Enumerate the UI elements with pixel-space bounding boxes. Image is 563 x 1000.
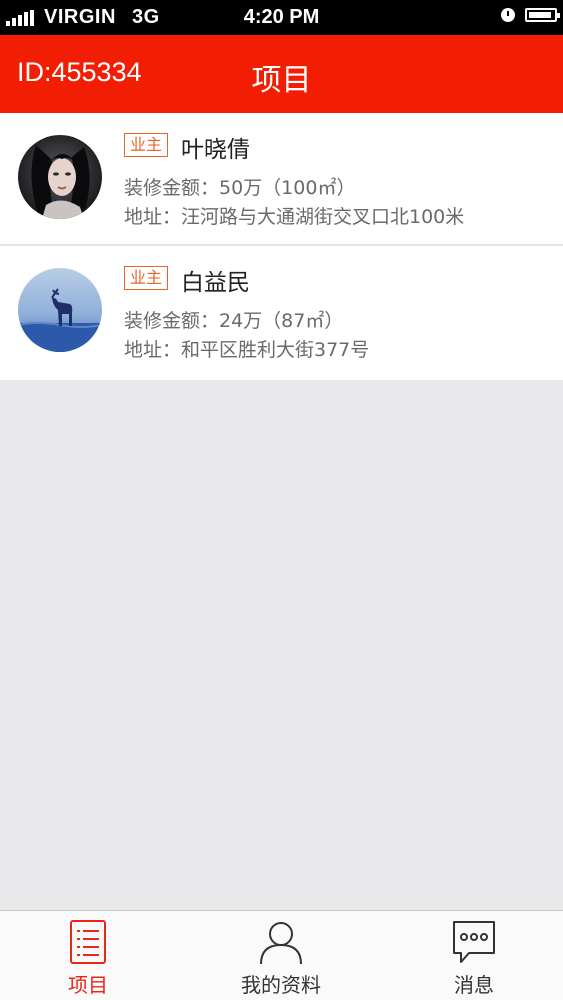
client-name: 白益民	[181, 270, 250, 296]
owner-tag: 业主	[124, 266, 169, 290]
tab-my-profile[interactable]: 我的资料	[211, 911, 351, 1000]
renovation-amount: 装修金额：24万（87㎡）	[124, 310, 344, 332]
address: 地址：和平区胜利大街377号	[124, 339, 370, 361]
battery-icon	[525, 8, 560, 22]
person-icon	[260, 922, 302, 965]
client-name: 叶晓倩	[181, 137, 250, 163]
avatar	[18, 268, 102, 352]
alarm-clock-icon	[501, 8, 515, 22]
owner-tag: 业主	[124, 133, 169, 157]
project-list-item[interactable]: 业主 白益民 装修金额：24万（87㎡） 地址：和平区胜利大街377号	[0, 246, 563, 380]
avatar	[18, 135, 102, 219]
address: 地址：汪河路与大通湖街交叉口北100米	[124, 206, 465, 228]
list-document-icon	[70, 920, 106, 964]
chat-bubble-icon	[453, 921, 495, 963]
tab-bar: 项目 我的资料 消息	[0, 910, 563, 1000]
tab-label: 我的资料	[241, 973, 321, 997]
app-header: ID:455334 项目	[0, 35, 563, 113]
status-bar: VIRGIN 3G 4:20 PM	[0, 0, 563, 35]
tab-projects[interactable]: 项目	[18, 911, 158, 1000]
status-right-icons	[501, 8, 560, 22]
tab-label: 消息	[454, 973, 494, 997]
project-list: 业主 叶晓倩 装修金额：50万（100㎡） 地址：汪河路与大通湖街交叉口北100…	[0, 113, 563, 380]
tab-label: 项目	[68, 973, 108, 997]
page-title: 项目	[251, 63, 312, 98]
status-time: 4:20 PM	[243, 6, 320, 28]
tab-messages[interactable]: 消息	[404, 911, 544, 1000]
project-list-item[interactable]: 业主 叶晓倩 装修金额：50万（100㎡） 地址：汪河路与大通湖街交叉口北100…	[0, 113, 563, 246]
renovation-amount: 装修金额：50万（100㎡）	[124, 177, 356, 199]
